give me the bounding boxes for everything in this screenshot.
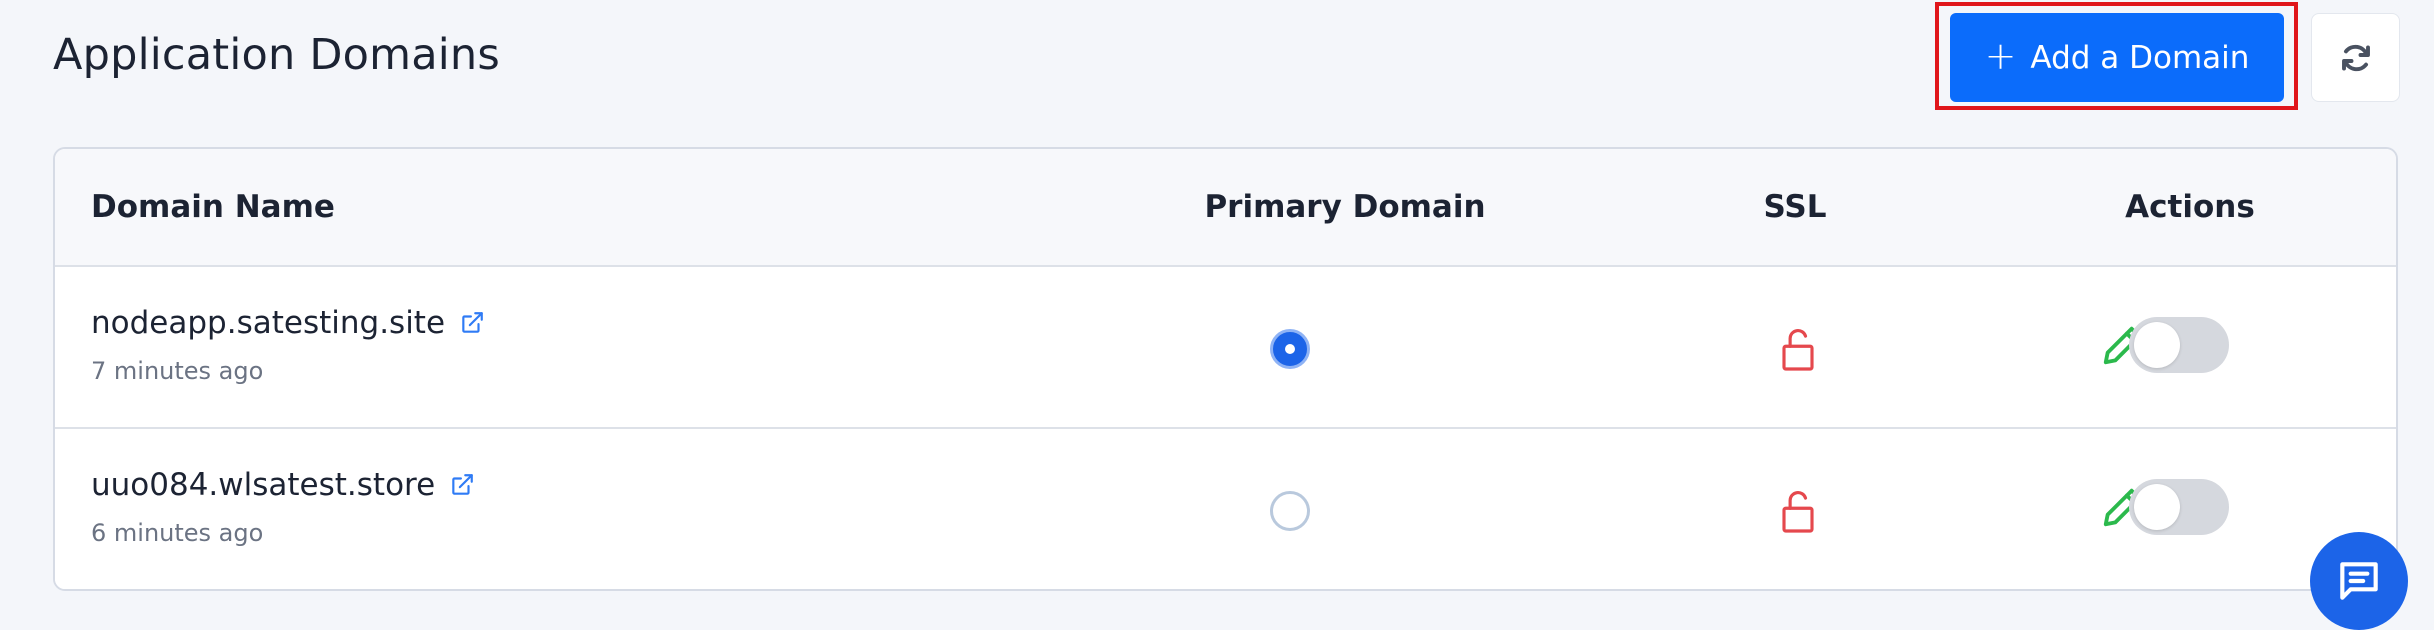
toggle-knob <box>2134 484 2180 530</box>
refresh-icon <box>2341 44 2370 71</box>
table-row: uuo084.wlsatest.store 6 minutes ago <box>55 429 2396 589</box>
column-header-ssl: SSL <box>1763 189 1827 225</box>
toggle-knob <box>2134 322 2180 368</box>
chat-icon <box>2340 562 2378 600</box>
domain-enable-toggle[interactable] <box>2129 479 2229 535</box>
page-title: Application Domains <box>53 30 500 80</box>
primary-domain-radio[interactable] <box>1270 491 1310 531</box>
column-header-domain-name: Domain Name <box>91 189 335 225</box>
domains-table: Domain Name Primary Domain SSL Actions n… <box>53 147 2398 591</box>
chat-support-button[interactable] <box>2310 532 2408 630</box>
domain-created-time: 6 minutes ago <box>91 519 264 547</box>
external-link-icon[interactable] <box>459 310 485 336</box>
page-header: Application Domains + Add a Domain <box>53 0 2400 118</box>
add-domain-button[interactable]: + Add a Domain <box>1950 13 2284 102</box>
domain-name: nodeapp.satesting.site <box>91 305 446 341</box>
table-row: nodeapp.satesting.site 7 minutes ago <box>55 267 2396 429</box>
column-header-actions: Actions <box>2125 189 2255 225</box>
unlocked-icon <box>1782 329 1814 371</box>
table-header: Domain Name Primary Domain SSL Actions <box>55 149 2396 267</box>
plus-icon: + <box>1984 34 2017 78</box>
domain-name: uuo084.wlsatest.store <box>91 467 436 503</box>
column-header-primary-domain: Primary Domain <box>1204 189 1486 225</box>
domain-created-time: 7 minutes ago <box>91 357 264 385</box>
unlocked-icon <box>1782 491 1814 533</box>
primary-domain-radio[interactable] <box>1270 329 1310 369</box>
domain-enable-toggle[interactable] <box>2129 317 2229 373</box>
add-domain-label: Add a Domain <box>2030 39 2250 76</box>
external-link-icon[interactable] <box>449 472 475 498</box>
refresh-button[interactable] <box>2311 13 2400 102</box>
